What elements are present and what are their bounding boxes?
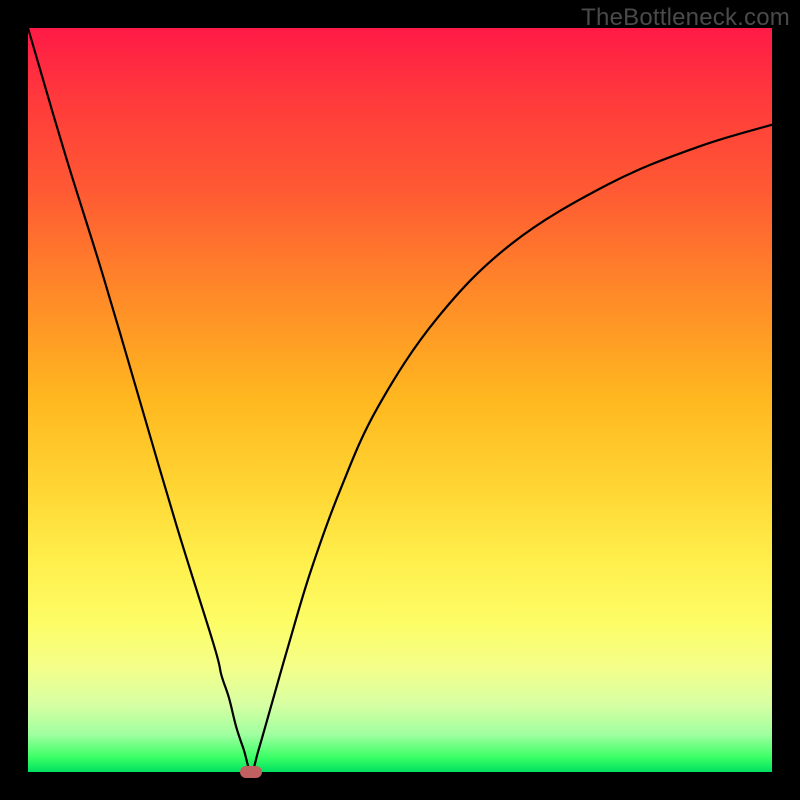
curve-path: [28, 28, 772, 772]
optimal-point-marker: [240, 766, 262, 778]
bottleneck-curve: [28, 28, 772, 772]
chart-plot-area: [28, 28, 772, 772]
watermark-text: TheBottleneck.com: [581, 4, 790, 32]
chart-frame: TheBottleneck.com: [0, 0, 800, 800]
